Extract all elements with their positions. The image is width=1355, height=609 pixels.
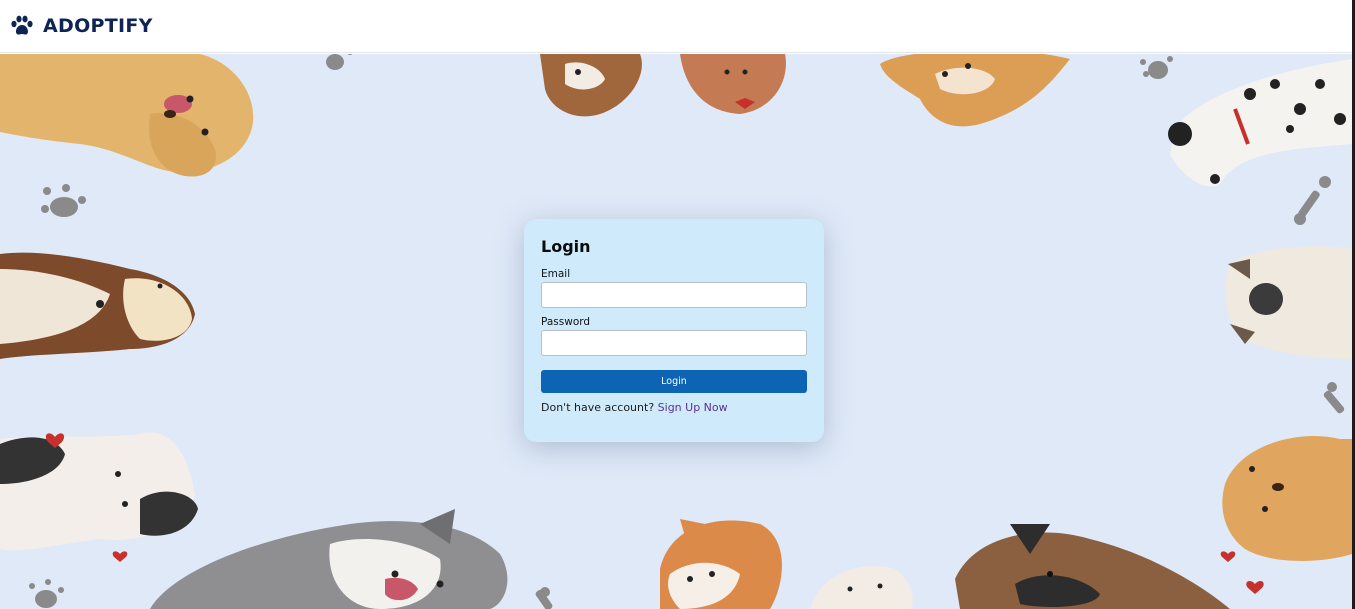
page: ADOPTIFY Login Email Password Login Don'… (0, 0, 1355, 609)
signup-prompt: Don't have account? (541, 401, 655, 414)
password-field[interactable] (541, 330, 807, 356)
login-button[interactable]: Login (541, 370, 807, 393)
signup-link[interactable]: Sign Up Now (658, 401, 728, 414)
hero-background: Login Email Password Login Don't have ac… (0, 54, 1352, 609)
login-title: Login (541, 237, 591, 256)
password-label: Password (541, 316, 591, 328)
email-label: Email (541, 268, 571, 280)
signup-row: Don't have account? Sign Up Now (541, 401, 807, 414)
brand-name[interactable]: ADOPTIFY (43, 15, 153, 37)
paw-icon[interactable] (10, 15, 34, 37)
navbar: ADOPTIFY (0, 0, 1352, 53)
dog-illustration (0, 432, 198, 551)
login-card: Login Email Password Login Don't have ac… (524, 219, 824, 442)
pug-illustration (1225, 246, 1352, 359)
email-field[interactable] (541, 282, 807, 308)
